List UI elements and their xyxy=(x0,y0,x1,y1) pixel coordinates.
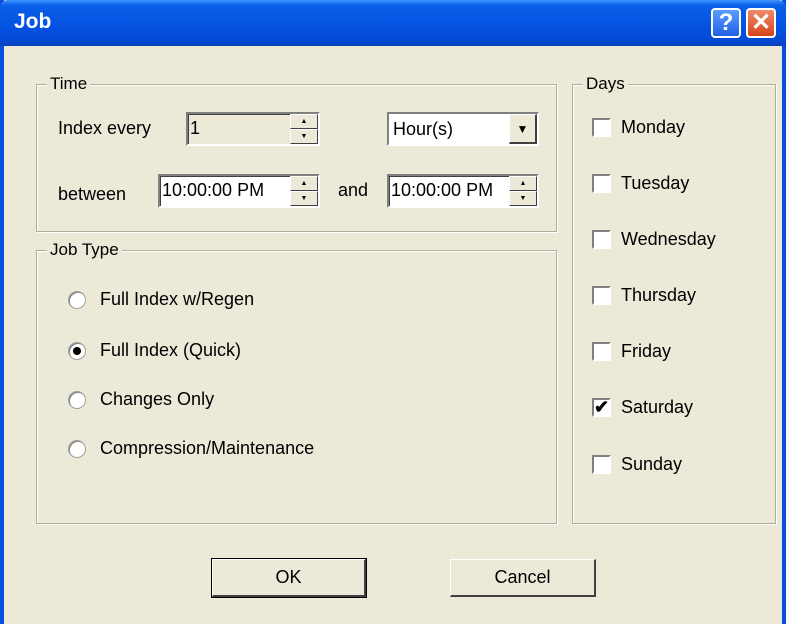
window-title: Job xyxy=(14,10,52,33)
end-time-input[interactable] xyxy=(391,176,509,204)
day-tuesday-checkbox[interactable]: Tuesday xyxy=(592,173,689,194)
day-label: Friday xyxy=(621,341,672,361)
time-legend: Time xyxy=(47,74,91,94)
index-every-spinner[interactable]: ▲ ▼ xyxy=(290,114,318,144)
time-group: Time xyxy=(36,74,557,232)
radio-compression-maintenance[interactable]: Compression/Maintenance xyxy=(68,438,314,459)
radio-label: Changes Only xyxy=(100,389,215,409)
start-time-input[interactable] xyxy=(162,176,290,204)
radio-label: Full Index (Quick) xyxy=(100,340,242,360)
close-button[interactable]: ✕ xyxy=(746,8,776,38)
ok-button[interactable]: OK xyxy=(211,558,367,598)
index-every-input[interactable] xyxy=(190,114,286,142)
radio-button[interactable] xyxy=(68,290,86,309)
spin-down-icon[interactable]: ▼ xyxy=(290,129,318,144)
index-every-label: Index every xyxy=(58,118,152,138)
spin-down-icon[interactable]: ▼ xyxy=(509,191,537,206)
radio-changes-only[interactable]: Changes Only xyxy=(68,389,214,410)
job-dialog: Job ? ✕ Time Index every ▲ ▼ Hour(s) ▼ b… xyxy=(0,0,786,624)
interval-unit-select[interactable]: Hour(s) ▼ xyxy=(387,112,539,146)
day-thursday-checkbox[interactable]: Thursday xyxy=(592,285,696,306)
check-icon[interactable]: ✔ xyxy=(592,398,611,417)
title-bar[interactable]: Job ? ✕ xyxy=(0,0,786,46)
radio-button[interactable] xyxy=(68,341,86,360)
spin-up-icon[interactable]: ▲ xyxy=(509,176,537,191)
day-label: Wednesday xyxy=(621,229,716,249)
checkbox[interactable] xyxy=(592,174,611,193)
cancel-button[interactable]: Cancel xyxy=(450,559,596,597)
and-label: and xyxy=(338,180,369,200)
spin-up-icon[interactable]: ▲ xyxy=(290,114,318,129)
start-time-spinner[interactable]: ▲ ▼ xyxy=(290,176,318,206)
day-friday-checkbox[interactable]: Friday xyxy=(592,341,671,362)
day-label: Tuesday xyxy=(621,173,690,193)
end-time-spinner[interactable]: ▲ ▼ xyxy=(509,176,537,206)
day-wednesday-checkbox[interactable]: Wednesday xyxy=(592,229,716,250)
radio-full-index-regen[interactable]: Full Index w/Regen xyxy=(68,289,254,310)
checkbox[interactable] xyxy=(592,342,611,361)
checkbox[interactable] xyxy=(592,118,611,137)
checkbox[interactable] xyxy=(592,230,611,249)
end-time-field[interactable]: ▲ ▼ xyxy=(387,174,539,208)
radio-full-index-quick[interactable]: Full Index (Quick) xyxy=(68,340,241,361)
help-button[interactable]: ? xyxy=(711,8,741,38)
start-time-field[interactable]: ▲ ▼ xyxy=(158,174,320,208)
spin-up-icon[interactable]: ▲ xyxy=(290,176,318,191)
checkbox[interactable] xyxy=(592,286,611,305)
day-label: Monday xyxy=(621,117,686,137)
day-label: Sunday xyxy=(621,454,683,474)
job-type-legend: Job Type xyxy=(47,240,122,260)
day-saturday-checkbox[interactable]: ✔ Saturday xyxy=(592,397,693,418)
radio-button[interactable] xyxy=(68,439,86,458)
day-label: Thursday xyxy=(621,285,697,305)
chevron-down-icon[interactable]: ▼ xyxy=(509,114,537,144)
radio-button[interactable] xyxy=(68,390,86,409)
spin-down-icon[interactable]: ▼ xyxy=(290,191,318,206)
radio-label: Full Index w/Regen xyxy=(100,289,255,309)
checkbox[interactable] xyxy=(592,455,611,474)
between-label: between xyxy=(58,184,127,204)
radio-label: Compression/Maintenance xyxy=(100,438,315,458)
day-monday-checkbox[interactable]: Monday xyxy=(592,117,685,138)
day-label: Saturday xyxy=(621,397,694,417)
interval-unit-value: Hour(s) xyxy=(393,119,454,139)
days-legend: Days xyxy=(583,74,628,94)
index-every-stepper[interactable]: ▲ ▼ xyxy=(186,112,320,146)
day-sunday-checkbox[interactable]: Sunday xyxy=(592,454,682,475)
